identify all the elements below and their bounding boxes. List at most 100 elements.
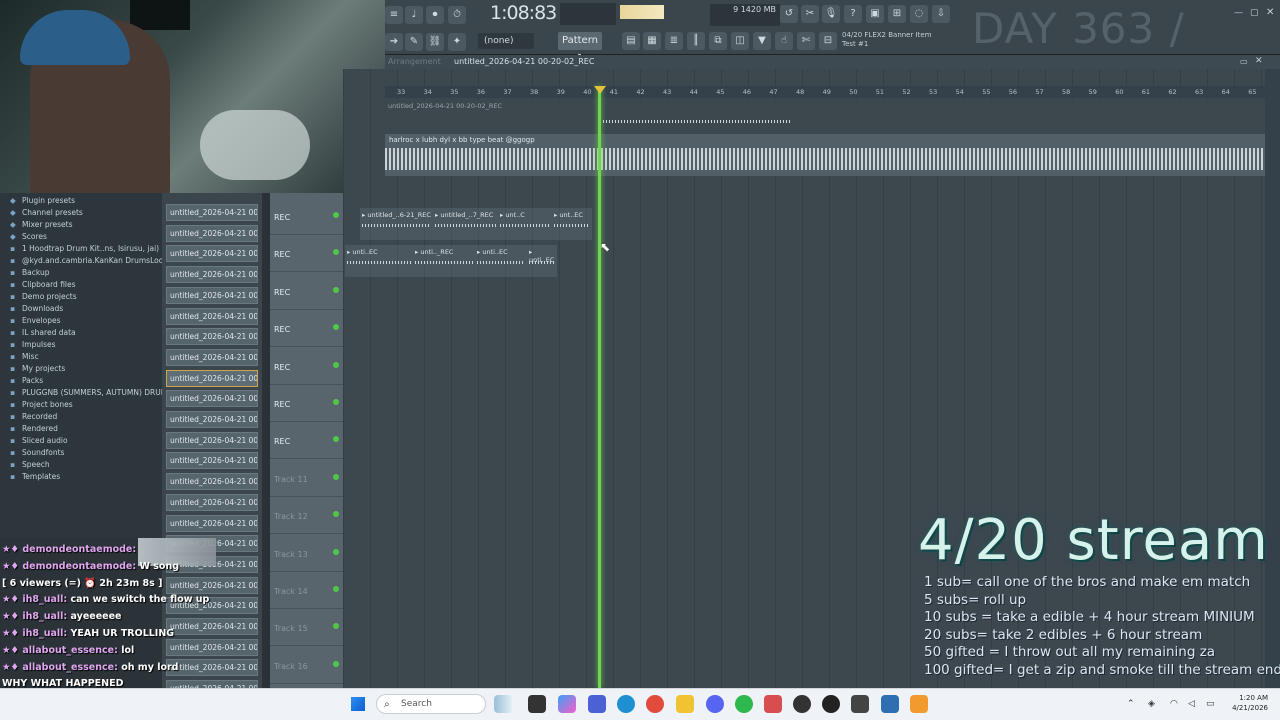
chrome-alt-icon[interactable] [735, 695, 753, 713]
browser-item[interactable]: ▪ Backup [10, 268, 50, 280]
tempo-icon[interactable]: ♩ [405, 6, 423, 24]
browser-icon[interactable]: ⧉ [709, 32, 727, 50]
timeline-ruler[interactable]: 33 34 35 36 37 38 39 40 41 42 43 44 45 46 47 48 49 50 51 52… [385, 86, 1265, 98]
track-header[interactable]: Track 14 [270, 572, 343, 609]
recent-file[interactable]: untitled_2026-04-21 00- [166, 659, 258, 677]
track-header[interactable]: Track 16 [270, 647, 343, 684]
taskbar-search-input[interactable]: Search [376, 694, 486, 714]
edge-icon[interactable] [617, 695, 635, 713]
browser-item[interactable]: ▪ Clipboard files [10, 280, 76, 292]
browser-item[interactable]: ▪ Envelopes [10, 316, 61, 328]
track-header[interactable]: REC [270, 235, 343, 273]
browser-item[interactable]: ▪ Packs [10, 376, 43, 388]
track-header[interactable]: REC [270, 310, 343, 348]
recent-file[interactable]: untitled_2026-04-21 00- [166, 348, 258, 366]
close-icon[interactable]: ✕ [1266, 7, 1274, 18]
playlist-close-icon[interactable]: ✕ [1255, 56, 1263, 66]
tray-app-icon[interactable]: ◈ [1148, 699, 1155, 709]
track-led-icon[interactable] [333, 324, 339, 331]
browser-item[interactable]: ▪ Project bones [10, 400, 73, 412]
recent-file[interactable]: untitled_2026-04-21 00- [166, 514, 258, 532]
browser-item[interactable]: ◆ Plugin presets [10, 196, 75, 208]
track-header[interactable]: REC [270, 385, 343, 422]
fl-studio-icon[interactable] [764, 695, 782, 713]
recent-file[interactable]: untitled_2026-04-21 00- [166, 266, 258, 284]
track-led-icon[interactable] [333, 436, 339, 443]
browser-item[interactable]: ▪ Downloads [10, 304, 63, 316]
browser-item[interactable]: ▪ Speech [10, 460, 50, 472]
browser-item[interactable]: ◆ Channel presets [10, 208, 83, 220]
browser-item[interactable]: ◆ Scores [10, 232, 47, 244]
taskbar-clock[interactable]: 1:20 AM 4/21/2026 [1222, 693, 1268, 713]
recent-file[interactable]: untitled_2026-04-21 00- [166, 286, 258, 304]
browser-item[interactable]: ◆ Mixer presets [10, 220, 73, 232]
recent-file[interactable]: untitled_2026-04-21 00- [166, 369, 258, 387]
stamp-icon[interactable]: ✦ [448, 33, 466, 51]
channel-rack-icon[interactable]: ▦ [643, 32, 661, 50]
audio-clip[interactable]: ▸ unti..EC [527, 245, 557, 277]
track-header[interactable]: Track 11 [270, 460, 343, 497]
playlist-minimize-icon[interactable]: ▭ [1240, 57, 1248, 66]
playhead[interactable] [598, 86, 601, 688]
battery-icon[interactable]: ▭ [1206, 699, 1215, 709]
browser-item[interactable]: ▪ Soundfonts [10, 448, 64, 460]
wifi-icon[interactable]: ◠ [1170, 699, 1178, 709]
browser-item[interactable]: ▪ @kyd.and.cambria.KanKan DrumsLoopKit [10, 256, 178, 268]
arrangement-label[interactable]: Arrangement [388, 57, 441, 66]
browser-item[interactable]: ▪ IL shared data [10, 328, 76, 340]
recent-file[interactable]: untitled_2026-04-21 00- [166, 328, 258, 346]
browser-item[interactable]: ▪ My projects [10, 364, 65, 376]
app-icon[interactable] [881, 695, 899, 713]
volume-icon[interactable]: ◁ [1188, 699, 1195, 709]
track-led-icon[interactable] [333, 511, 339, 518]
recent-file[interactable]: untitled_2026-04-21 00- [166, 307, 258, 325]
touch-icon[interactable]: ☝ [775, 32, 793, 50]
metronome-icon[interactable]: ⏱ [448, 6, 466, 24]
capcut-icon[interactable] [851, 695, 869, 713]
track-led-icon[interactable] [333, 286, 339, 293]
audio-clip[interactable]: ▸ untitled_..6-21_REC [360, 208, 433, 240]
audio-clip[interactable]: ▸ unti..EC [345, 245, 413, 277]
save-icon[interactable]: ▣ [866, 5, 884, 23]
track-header[interactable]: REC [270, 273, 343, 310]
recent-file[interactable]: untitled_2026-04-21 00- [166, 473, 258, 491]
track-header[interactable]: REC [270, 348, 343, 385]
track-header[interactable]: Track 13 [270, 535, 343, 572]
discord-icon[interactable] [706, 695, 724, 713]
windows-start-icon[interactable] [351, 697, 365, 711]
track-header[interactable]: REC [270, 422, 343, 460]
chat-icon[interactable]: ◌ [910, 5, 928, 23]
audio-clip[interactable]: ▸ unti..EC [475, 245, 527, 277]
browser-item[interactable]: ▪ Rendered [10, 424, 58, 436]
plugin-picker-icon[interactable]: ▼ [753, 32, 771, 50]
browser-item[interactable]: ▪ Misc [10, 352, 39, 364]
track-led-icon[interactable] [333, 212, 339, 218]
track-led-icon[interactable] [333, 660, 339, 667]
browser-item[interactable]: ▪ Sliced audio [10, 436, 68, 448]
record-mode-icon[interactable]: ⏺ [426, 6, 444, 24]
chrome-icon[interactable] [646, 695, 664, 713]
audio-clip[interactable]: ▸ untitled_..7_REC [433, 208, 498, 240]
maximize-icon[interactable]: ▢ [1250, 8, 1259, 18]
minimize-icon[interactable]: — [1234, 8, 1243, 18]
track-led-icon[interactable] [333, 548, 339, 555]
browser-item[interactable]: ▪ 1 Hoodtrap Drum Kit..ns, Isirusu, jai) … [10, 244, 172, 256]
download-icon[interactable]: ⇩ [932, 5, 950, 23]
undo-icon[interactable]: ↺ [780, 5, 798, 23]
recent-file[interactable]: untitled_2026-04-21 00- [166, 618, 258, 635]
media-player-icon[interactable] [822, 695, 840, 713]
track-led-icon[interactable] [333, 473, 339, 480]
recent-file[interactable]: untitled_2026-04-21 00- [166, 576, 258, 594]
pencil-icon[interactable]: ✎ [405, 33, 423, 51]
pattern-button[interactable]: Pattern 1 [558, 32, 602, 64]
file-explorer-icon[interactable] [676, 695, 694, 713]
cut-icon[interactable]: ✂ [801, 5, 819, 23]
recent-file[interactable]: untitled_2026-04-21 00- [166, 411, 258, 428]
recent-file[interactable]: untitled_2026-04-21 00- [166, 204, 258, 221]
browser-item[interactable]: ▪ PLUGGNB (SUMMERS, AUTUMN) DRUMKIT [10, 388, 179, 400]
piano-roll-icon[interactable]: ║ [687, 32, 705, 50]
mixer-icon[interactable]: ▤ [622, 32, 640, 50]
plugin-icon[interactable]: ⊞ [888, 5, 906, 23]
grid-icon[interactable]: ⊟ [819, 32, 837, 50]
fl-app-icon[interactable] [910, 695, 928, 713]
